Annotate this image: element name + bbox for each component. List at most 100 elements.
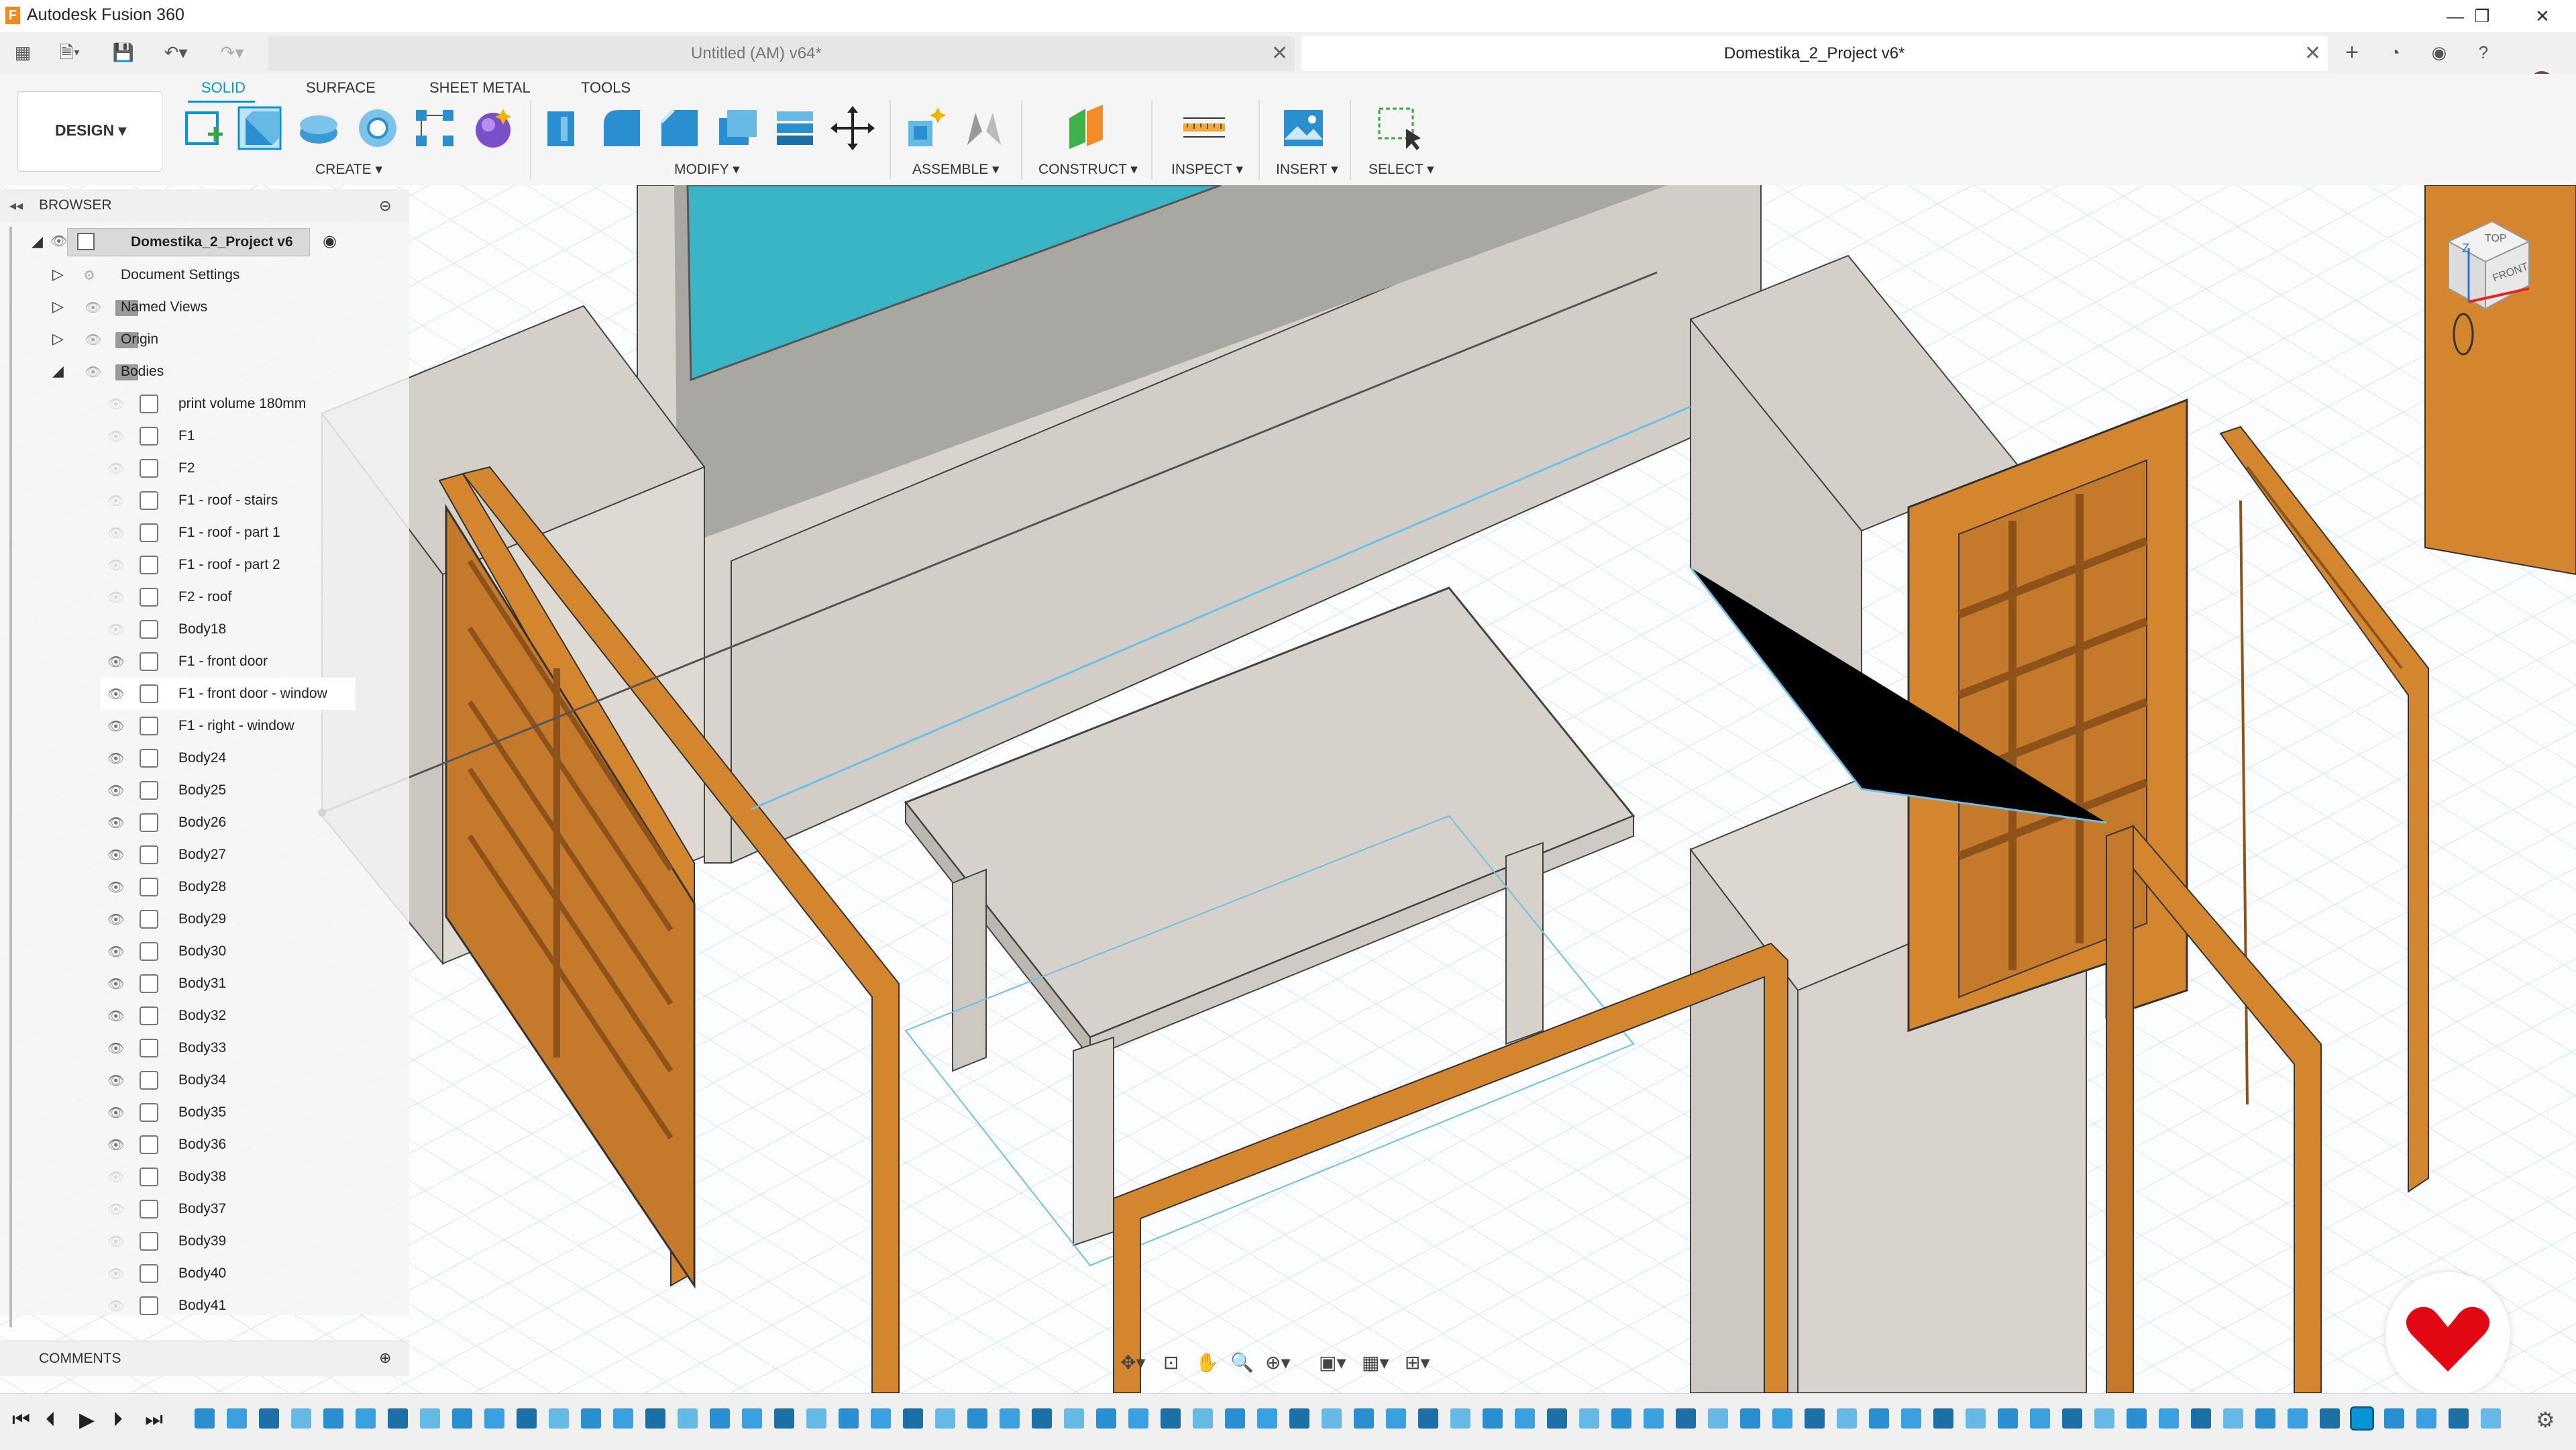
tree-node-document-settings[interactable]: ▷ ⚙ Document Settings: [0, 259, 409, 291]
visibility-eye-icon[interactable]: 👁: [107, 782, 124, 799]
job-status-icon[interactable]: ◔: [2381, 39, 2408, 66]
visibility-eye-icon[interactable]: 👁: [50, 233, 67, 250]
timeline-feature-marker[interactable]: [1096, 1408, 1116, 1429]
timeline-feature-marker[interactable]: [806, 1408, 826, 1429]
visibility-eye-icon[interactable]: 👁: [85, 364, 101, 380]
press-pull-icon[interactable]: [541, 105, 588, 152]
modify-menu[interactable]: MODIFY ▾: [674, 161, 740, 178]
visibility-eye-icon[interactable]: 👁: [85, 299, 101, 316]
visibility-eye-icon[interactable]: 👁: [107, 1008, 124, 1025]
timeline-feature-marker[interactable]: [2255, 1408, 2275, 1429]
tab-tools[interactable]: TOOLS: [581, 79, 631, 97]
tree-body-item[interactable]: 👁 Body37: [0, 1193, 409, 1225]
timeline-feature-marker[interactable]: [2223, 1408, 2243, 1429]
timeline-feature-marker[interactable]: [742, 1408, 762, 1429]
timeline-feature-marker[interactable]: [967, 1408, 987, 1429]
tree-body-item[interactable]: 👁 F2: [0, 452, 409, 484]
tree-body-item[interactable]: 👁 F1: [0, 420, 409, 452]
timeline-feature-marker[interactable]: [259, 1408, 279, 1429]
tab-untitled[interactable]: Untitled (AM) v64* ✕: [268, 36, 1295, 71]
tree-body-item[interactable]: 👁 F1 - roof - part 1: [0, 517, 409, 549]
grid-settings-icon[interactable]: ▦▾: [1362, 1351, 1389, 1374]
timeline-next-button[interactable]: ⏵: [113, 1408, 123, 1431]
redo-icon[interactable]: ↷▾: [212, 39, 252, 66]
timeline-feature-marker[interactable]: [1869, 1408, 1889, 1429]
construct-menu[interactable]: CONSTRUCT ▾: [1038, 161, 1138, 178]
tree-body-item[interactable]: 👁 Body25: [0, 774, 409, 807]
timeline-feature-marker[interactable]: [839, 1408, 859, 1429]
visibility-eye-icon[interactable]: 👁: [107, 654, 124, 670]
tree-body-item[interactable]: 👁 Body39: [0, 1225, 409, 1257]
tab-sheet-metal[interactable]: SHEET METAL: [429, 79, 531, 97]
timeline-feature-marker[interactable]: [774, 1408, 794, 1429]
timeline-feature-marker[interactable]: [1998, 1408, 2018, 1429]
visibility-eye-icon[interactable]: 👁: [107, 396, 124, 413]
pattern-icon[interactable]: [412, 105, 459, 152]
visibility-eye-icon[interactable]: 👁: [107, 557, 124, 574]
inspect-menu[interactable]: INSPECT ▾: [1171, 161, 1243, 178]
timeline-feature-marker[interactable]: [1644, 1408, 1664, 1429]
workspace-switcher[interactable]: DESIGN ▾: [17, 91, 162, 172]
visibility-eye-icon[interactable]: 👁: [107, 1265, 124, 1282]
tree-body-item[interactable]: 👁 Body41: [0, 1290, 409, 1322]
timeline-feature-marker[interactable]: [678, 1408, 698, 1429]
timeline-feature-marker[interactable]: [2288, 1408, 2308, 1429]
fit-icon[interactable]: ⊕▾: [1265, 1351, 1291, 1374]
timeline-feature-marker[interactable]: [2127, 1408, 2147, 1429]
insert-image-icon[interactable]: [1280, 105, 1327, 152]
tree-body-item[interactable]: 👁 F1 - front door: [0, 645, 409, 678]
create-sketch-icon[interactable]: [181, 105, 228, 152]
expand-arrow-icon[interactable]: ▷: [52, 298, 64, 315]
visibility-eye-icon[interactable]: 👁: [107, 621, 124, 638]
shell-icon[interactable]: [714, 105, 761, 152]
collapse-arrow-icon[interactable]: ◢: [52, 362, 64, 380]
combine-icon[interactable]: [771, 105, 818, 152]
tree-body-item[interactable]: 👁 Body34: [0, 1064, 409, 1096]
timeline-feature-marker[interactable]: [1547, 1408, 1567, 1429]
tree-body-item[interactable]: 👁 print volume 180mm: [0, 388, 409, 420]
joint-icon[interactable]: [961, 105, 1008, 152]
expand-arrow-icon[interactable]: ▷: [52, 330, 64, 348]
timeline-feature-marker[interactable]: [1676, 1408, 1696, 1429]
display-settings-icon[interactable]: ▣▾: [1319, 1351, 1346, 1374]
form-icon[interactable]: [470, 105, 517, 152]
timeline-feature-marker[interactable]: [1193, 1408, 1213, 1429]
visibility-eye-icon[interactable]: 👁: [107, 1072, 124, 1089]
visibility-eye-icon[interactable]: 👁: [107, 428, 124, 445]
timeline-feature-marker[interactable]: [1933, 1408, 1953, 1429]
viewports-icon[interactable]: ⊞▾: [1405, 1351, 1430, 1374]
timeline-feature-marker[interactable]: [1418, 1408, 1438, 1429]
visibility-eye-icon[interactable]: 👁: [107, 815, 124, 831]
look-at-icon[interactable]: ⊡: [1163, 1351, 1179, 1374]
tree-body-item[interactable]: 👁 Body32: [0, 1000, 409, 1032]
tab-solid[interactable]: SOLID: [201, 79, 246, 97]
tree-body-item[interactable]: 👁 Body18: [0, 613, 409, 645]
timeline-feature-marker[interactable]: [1450, 1408, 1470, 1429]
visibility-eye-icon[interactable]: 👁: [107, 686, 124, 703]
timeline-last-button[interactable]: ⏭: [145, 1408, 163, 1431]
browser-pin-icon[interactable]: ⊝: [379, 197, 391, 215]
timeline-feature-marker[interactable]: [2449, 1408, 2469, 1429]
timeline-feature-marker[interactable]: [1740, 1408, 1760, 1429]
timeline-first-button[interactable]: ⏮: [12, 1408, 30, 1431]
apps-grid-icon[interactable]: ▦: [9, 39, 36, 66]
offset-plane-icon[interactable]: [1063, 105, 1110, 152]
visibility-eye-icon[interactable]: 👁: [107, 1201, 124, 1218]
timeline-feature-marker[interactable]: [195, 1408, 215, 1429]
visibility-eye-icon[interactable]: 👁: [107, 750, 124, 767]
visibility-eye-icon[interactable]: 👁: [107, 1298, 124, 1314]
timeline-feature-marker[interactable]: [1386, 1408, 1406, 1429]
timeline-feature-marker[interactable]: [1257, 1408, 1277, 1429]
tree-body-item[interactable]: 👁 Body28: [0, 871, 409, 903]
tree-body-item[interactable]: 👁 Body31: [0, 968, 409, 1000]
timeline-feature-marker[interactable]: [1611, 1408, 1631, 1429]
viewcube[interactable]: TOP FRONT Z: [2435, 215, 2536, 315]
tree-body-item[interactable]: 👁 F1 - front door - window: [101, 678, 356, 710]
maximize-button[interactable]: ❐: [2455, 0, 2509, 32]
timeline-feature-marker[interactable]: [1515, 1408, 1535, 1429]
select-menu[interactable]: SELECT ▾: [1368, 161, 1434, 178]
timeline-feature-marker[interactable]: [356, 1408, 376, 1429]
timeline-feature-marker[interactable]: [1064, 1408, 1084, 1429]
tree-body-item[interactable]: 👁 Body38: [0, 1161, 409, 1193]
close-window-button[interactable]: ✕: [2516, 0, 2569, 32]
